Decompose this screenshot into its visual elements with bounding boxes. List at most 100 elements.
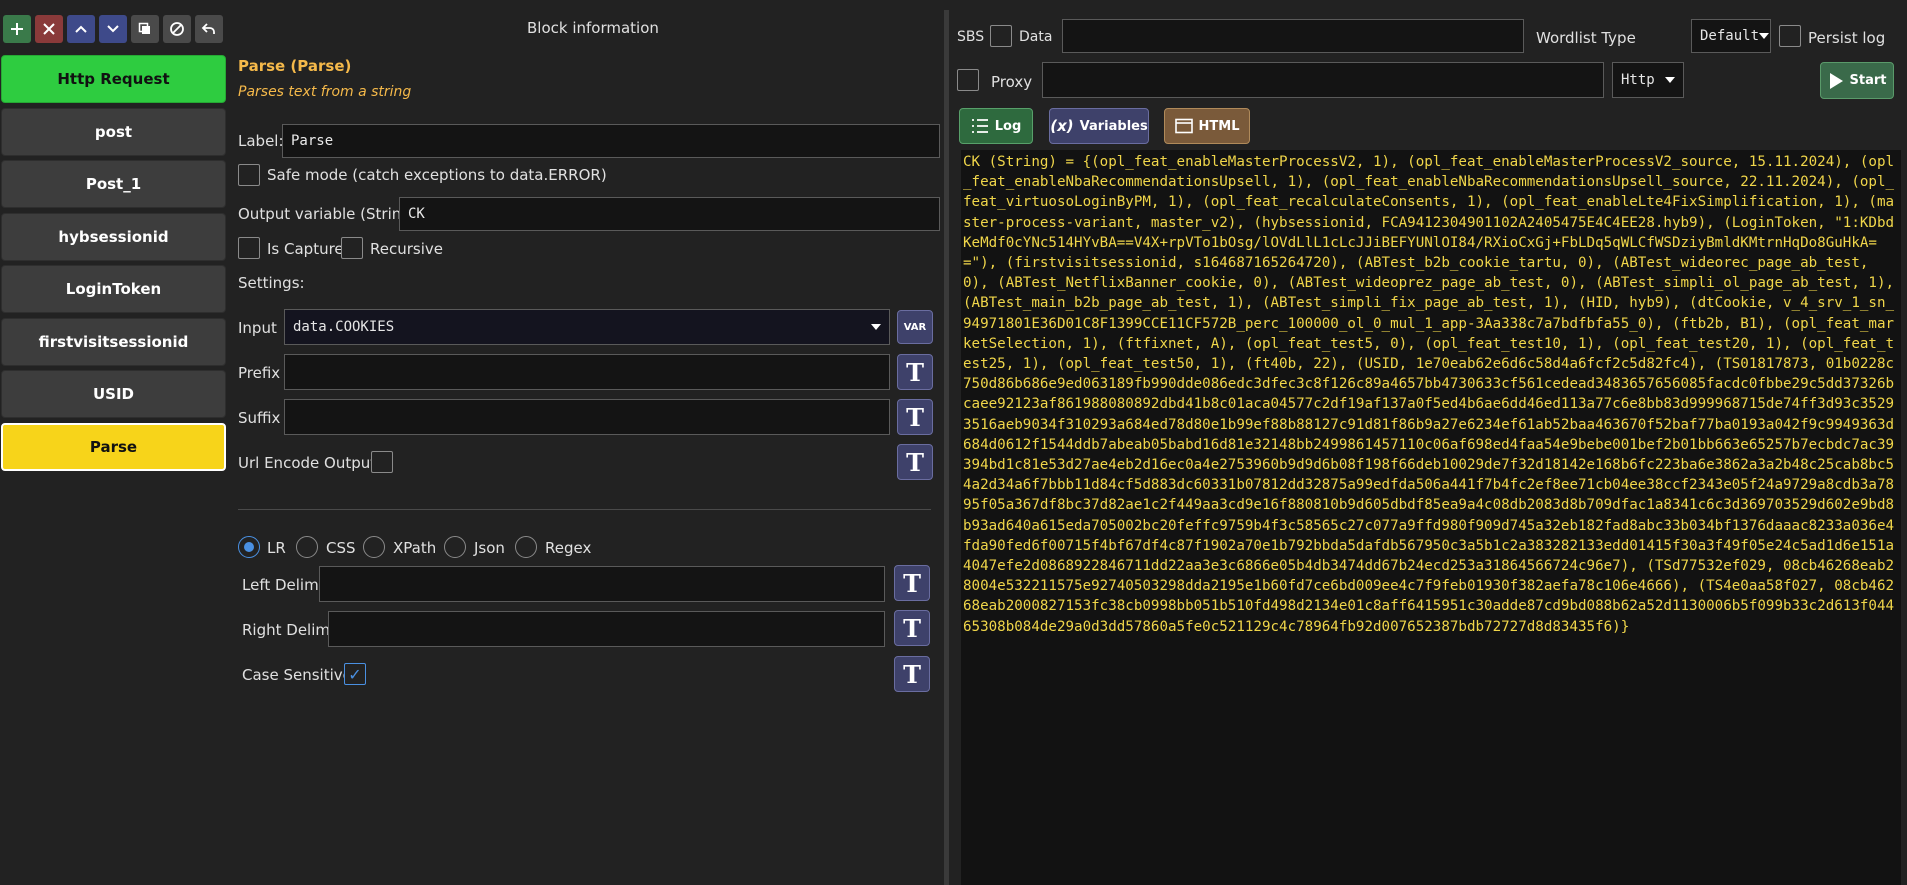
mode-css-radio[interactable] [296,536,318,558]
safe-mode-label: Safe mode (catch exceptions to data.ERRO… [267,166,607,184]
mode-regex-radio[interactable] [515,536,537,558]
mode-lr-label: LR [267,539,286,557]
chevron-up-icon [75,25,87,33]
mode-xpath-label: XPath [393,539,437,557]
input-label: Input [238,319,277,337]
disable-icon [170,22,184,36]
prefix-input[interactable] [284,354,890,390]
proxy-input[interactable] [1042,62,1604,98]
case-sensitive-text-mode-button[interactable]: T [894,656,930,692]
block-logintoken[interactable]: LoginToken [1,265,226,313]
variables-tab[interactable]: (x) Variables [1049,108,1149,144]
label-label: Label: [238,132,284,150]
mode-json-radio[interactable] [444,536,466,558]
wordlist-type-value: Default [1700,28,1760,44]
right-delim-label: Right Delim [242,621,330,639]
url-encode-label: Url Encode Output [238,454,377,472]
block-firstvisitsessionid[interactable]: firstvisitsessionid [1,317,226,366]
log-tab-label: Log [994,118,1022,134]
left-delim-input[interactable] [319,566,885,602]
left-delim-text-mode-button[interactable]: T [894,565,930,601]
remove-block-button[interactable] [35,15,63,43]
debugger-panel: SBS Data Wordlist Type Default Persist l… [949,0,1907,885]
variables-tab-label: Variables [1079,118,1148,134]
html-tab[interactable]: HTML [1164,108,1250,144]
url-encode-text-mode-button[interactable]: T [897,444,933,480]
log-tab[interactable]: Log [959,108,1033,144]
data-input[interactable] [1062,19,1524,53]
case-sensitive-label: Case Sensitive [242,666,352,684]
undo-button[interactable] [195,15,223,43]
move-up-button[interactable] [67,15,95,43]
is-capture-label: Is Capture [267,240,344,258]
browser-window-icon [1174,118,1193,134]
mode-json-label: Json [474,539,505,557]
safe-mode-checkbox[interactable] [238,164,260,186]
recursive-checkbox[interactable] [341,237,363,259]
block-toolbar [3,15,223,43]
block-usid[interactable]: USID [1,370,226,418]
block-post[interactable]: post [1,107,226,156]
html-tab-label: HTML [1198,118,1240,134]
plus-icon [11,23,23,35]
input-select[interactable]: data.COOKIES [284,309,890,345]
block-info-panel: Block information Parse (Parse) Parses t… [227,0,944,885]
variable-icon: (x) [1050,117,1074,135]
block-post-1[interactable]: Post_1 [1,160,226,208]
block-http-request[interactable]: Http Request [1,55,226,103]
url-encode-checkbox[interactable] [371,451,393,473]
is-capture-checkbox[interactable] [238,237,260,259]
proxy-type-value: Http [1621,72,1655,88]
persist-log-checkbox[interactable] [1779,25,1801,47]
recursive-label: Recursive [370,240,443,258]
block-parse[interactable]: Parse [1,422,226,471]
start-button[interactable]: Start [1820,62,1894,99]
persist-log-label: Persist log [1808,29,1886,47]
sbs-label: SBS [957,29,985,45]
chevron-down-icon [1759,33,1770,39]
settings-label: Settings: [238,274,305,292]
block-info-header: Block information [527,19,659,37]
chevron-down-icon [1665,77,1675,83]
chevron-down-icon [107,25,119,33]
block-description: Parses text from a string [238,84,412,100]
mode-css-label: CSS [326,539,356,557]
proxy-label: Proxy [991,73,1033,91]
prefix-label: Prefix [238,364,281,382]
prefix-text-mode-button[interactable]: T [897,354,933,390]
x-icon [43,23,55,35]
left-delim-label: Left Delim [242,576,319,594]
clone-icon [138,22,150,34]
right-delim-input[interactable] [328,611,885,647]
var-button[interactable]: VAR [897,310,933,344]
mode-lr-radio[interactable] [238,536,260,558]
add-block-button[interactable] [3,15,31,43]
output-variable-label: Output variable (String) [238,205,417,223]
case-sensitive-checkbox[interactable]: ✓ [344,663,366,685]
clone-block-button[interactable] [131,15,159,43]
block-hybsessionid[interactable]: hybsessionid [1,212,226,261]
mode-regex-label: Regex [545,539,592,557]
mode-xpath-radio[interactable] [363,536,385,558]
suffix-text-mode-button[interactable]: T [897,399,933,435]
sbs-checkbox[interactable] [990,25,1012,47]
start-label: Start [1849,73,1887,88]
block-title: Parse (Parse) [238,57,352,75]
chevron-down-icon [871,324,881,330]
data-label: Data [1019,29,1053,45]
proxy-type-select[interactable]: Http [1612,62,1684,98]
output-variable-input[interactable]: CK [399,197,940,231]
disable-block-button[interactable] [163,15,191,43]
block-list: Http Request post Post_1 hybsessionid Lo… [1,55,226,475]
right-delim-text-mode-button[interactable]: T [894,610,930,646]
proxy-checkbox[interactable] [957,69,979,91]
wordlist-type-select[interactable]: Default [1691,19,1771,53]
undo-icon [201,23,215,34]
suffix-input[interactable] [284,399,890,435]
label-input[interactable]: Parse [282,124,940,158]
move-down-button[interactable] [99,15,127,43]
log-output[interactable]: CK (String) = {(opl_feat_enableMasterPro… [961,150,1901,885]
play-icon [1829,72,1843,89]
divider [238,509,931,510]
wordlist-type-label: Wordlist Type [1536,29,1636,47]
